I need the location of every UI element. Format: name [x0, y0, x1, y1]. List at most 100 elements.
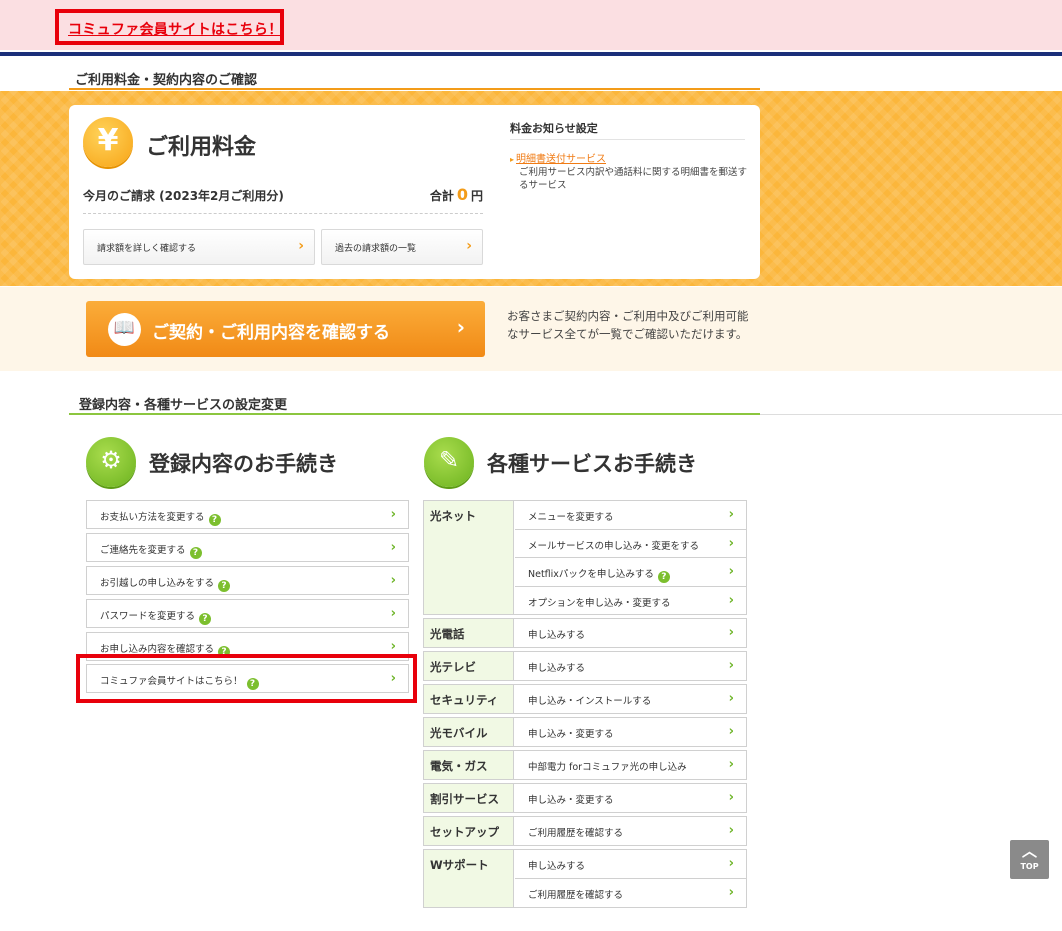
help-icon[interactable]: ? — [657, 571, 670, 583]
chevron-right-icon: › — [390, 639, 396, 654]
chevron-right-icon: › — [390, 540, 396, 555]
reg-item-label: パスワードを変更する — [100, 611, 196, 622]
gear-icon: ⚙ — [86, 437, 136, 487]
yen-icon: ¥ — [83, 117, 133, 167]
svc-category: Wサポート — [424, 850, 514, 907]
help-icon[interactable]: ? — [218, 580, 231, 592]
svc-row[interactable]: メニューを変更する › — [515, 501, 746, 529]
bill-detail-button[interactable]: 請求額を詳しく確認する › — [83, 229, 315, 265]
reg-item-password[interactable]: パスワードを変更する? › — [86, 599, 409, 628]
contract-details-label: ご契約・ご利用内容を確認する — [152, 323, 390, 343]
svc-category: 電気・ガス — [424, 751, 514, 779]
svc-row[interactable]: オプションを申し込み・変更する › — [515, 586, 746, 614]
svc-category: 光電話 — [424, 619, 514, 647]
reg-item-label: ご連絡先を変更する — [100, 545, 186, 556]
chevron-right-icon: › — [728, 564, 734, 579]
svc-row[interactable]: 申し込み・変更する › — [515, 784, 746, 812]
svc-row[interactable]: 申し込み・変更する › — [515, 718, 746, 746]
chevron-right-icon: › — [456, 315, 465, 339]
svc-group-hikari-phone: 光電話 申し込みする › — [423, 618, 747, 648]
statement-mail-service-description: ご利用サービス内訳や通話料に関する明細書を郵送するサービス — [519, 167, 748, 191]
bill-total-amount: 0 — [456, 185, 468, 204]
bill-total-unit: 円 — [470, 189, 483, 203]
svc-group-w-support: Wサポート 申し込みする › ご利用履歴を確認する › — [423, 849, 747, 908]
bill-total-label: 合計 — [429, 189, 454, 203]
reg-item-payment-method[interactable]: お支払い方法を変更する? › — [86, 500, 409, 529]
svc-group-hikari-tv: 光テレビ 申し込みする › — [423, 651, 747, 681]
book-icon: 📖 — [108, 313, 141, 346]
svc-row[interactable]: 申し込みする › — [515, 652, 746, 680]
svc-group-hikari-net: 光ネット メニューを変更する › メールサービスの申し込み・変更をする › Ne… — [423, 500, 747, 615]
chevron-right-icon: › — [728, 757, 734, 772]
svc-row[interactable]: 申し込みする › — [515, 850, 746, 878]
reg-item-moving[interactable]: お引越しの申し込みをする? › — [86, 566, 409, 595]
registration-heading: 登録内容のお手続き — [149, 452, 338, 476]
billing-section-rule — [69, 88, 760, 90]
pen-icon: ✎ — [424, 437, 474, 487]
svc-row[interactable]: 申し込みする › — [515, 619, 746, 647]
services-heading: 各種サービスお手続き — [487, 452, 697, 476]
chevron-right-icon: › — [298, 238, 304, 254]
contract-details-button[interactable]: 📖 ご契約・ご利用内容を確認する › — [86, 301, 485, 357]
svc-group-setup: セットアップ ご利用履歴を確認する › — [423, 816, 747, 846]
chevron-right-icon: › — [728, 856, 734, 871]
billing-section-title: ご利用料金・契約内容のご確認 — [75, 73, 258, 88]
chevron-right-icon: › — [728, 691, 734, 706]
chevron-right-icon: › — [466, 238, 472, 254]
reg-item-label: お支払い方法を変更する — [100, 512, 205, 523]
svc-category: 光ネット — [424, 501, 514, 614]
chevron-right-icon: › — [728, 593, 734, 608]
bill-divider — [83, 213, 483, 214]
svc-row[interactable]: 申し込み・インストールする › — [515, 685, 746, 713]
contract-description: お客さまご契約内容・ご利用中及びご利用可能なサービス全てが一覧でご確認いただけま… — [507, 309, 749, 341]
svc-group-discount: 割引サービス 申し込み・変更する › — [423, 783, 747, 813]
chevron-right-icon: › — [390, 573, 396, 588]
statement-mail-service-link[interactable]: 明細書送付サービス — [510, 150, 606, 165]
chevron-right-icon: › — [728, 823, 734, 838]
svc-row[interactable]: メールサービスの申し込み・変更をする › — [515, 529, 746, 557]
settings-section-rule — [69, 413, 760, 415]
svc-row[interactable]: Netflixパックを申し込みする? › — [515, 557, 746, 585]
svc-category: セットアップ — [424, 817, 514, 845]
chevron-right-icon: › — [728, 790, 734, 805]
bill-detail-label: 請求額を詳しく確認する — [97, 244, 197, 254]
chevron-right-icon: › — [728, 724, 734, 739]
back-to-top-button[interactable]: ︿ TOP — [1010, 840, 1049, 879]
svc-row[interactable]: 中部電力 forコミュファ光の申し込み › — [515, 751, 746, 779]
svc-row[interactable]: ご利用履歴を確認する › — [515, 878, 746, 906]
notice-settings-title: 料金お知らせ設定 — [510, 122, 598, 135]
chevron-right-icon: › — [728, 625, 734, 640]
bill-period-label: 今月のご請求 (2023年2月ご利用分) — [83, 189, 284, 203]
bill-total: 合計 0 円 — [430, 185, 483, 204]
banner-divider — [0, 52, 1062, 56]
chevron-right-icon: › — [728, 658, 734, 673]
help-icon[interactable]: ? — [189, 547, 202, 559]
help-icon[interactable]: ? — [208, 514, 221, 526]
fee-card: ¥ ご利用料金 今月のご請求 (2023年2月ご利用分) 合計 0 円 請求額を詳し… — [69, 105, 760, 279]
svc-category: 割引サービス — [424, 784, 514, 812]
svc-category: 光テレビ — [424, 652, 514, 680]
reg-item-contact-info[interactable]: ご連絡先を変更する? › — [86, 533, 409, 562]
help-icon[interactable]: ? — [199, 613, 212, 625]
past-bills-button[interactable]: 過去の請求額の一覧 › — [321, 229, 483, 265]
back-to-top-label: TOP — [1020, 862, 1039, 871]
svc-row[interactable]: ご利用履歴を確認する › — [515, 817, 746, 845]
settings-section-rule-extension — [760, 414, 1062, 415]
svc-category: セキュリティ — [424, 685, 514, 713]
svc-category: 光モバイル — [424, 718, 514, 746]
settings-section-title: 登録内容・各種サービスの設定変更 — [79, 398, 288, 413]
chevron-right-icon: › — [390, 606, 396, 621]
member-site-link-top[interactable]: コミュファ会員サイトはこちら！ — [55, 9, 284, 45]
reg-item-label: お引越しの申し込みをする — [100, 578, 215, 589]
member-site-highlight — [76, 654, 417, 703]
chevron-right-icon: › — [728, 536, 734, 551]
fee-heading: ご利用料金 — [146, 135, 257, 160]
chevron-right-icon: › — [728, 507, 734, 522]
chevron-right-icon: › — [728, 885, 734, 900]
svc-group-security: セキュリティ 申し込み・インストールする › — [423, 684, 747, 714]
member-site-link-label[interactable]: コミュファ会員サイトはこちら！ — [68, 19, 283, 39]
notice-divider — [510, 139, 745, 140]
chevron-right-icon: › — [390, 507, 396, 522]
past-bills-label: 過去の請求額の一覧 — [335, 244, 417, 254]
svc-group-hikari-mobile: 光モバイル 申し込み・変更する › — [423, 717, 747, 747]
